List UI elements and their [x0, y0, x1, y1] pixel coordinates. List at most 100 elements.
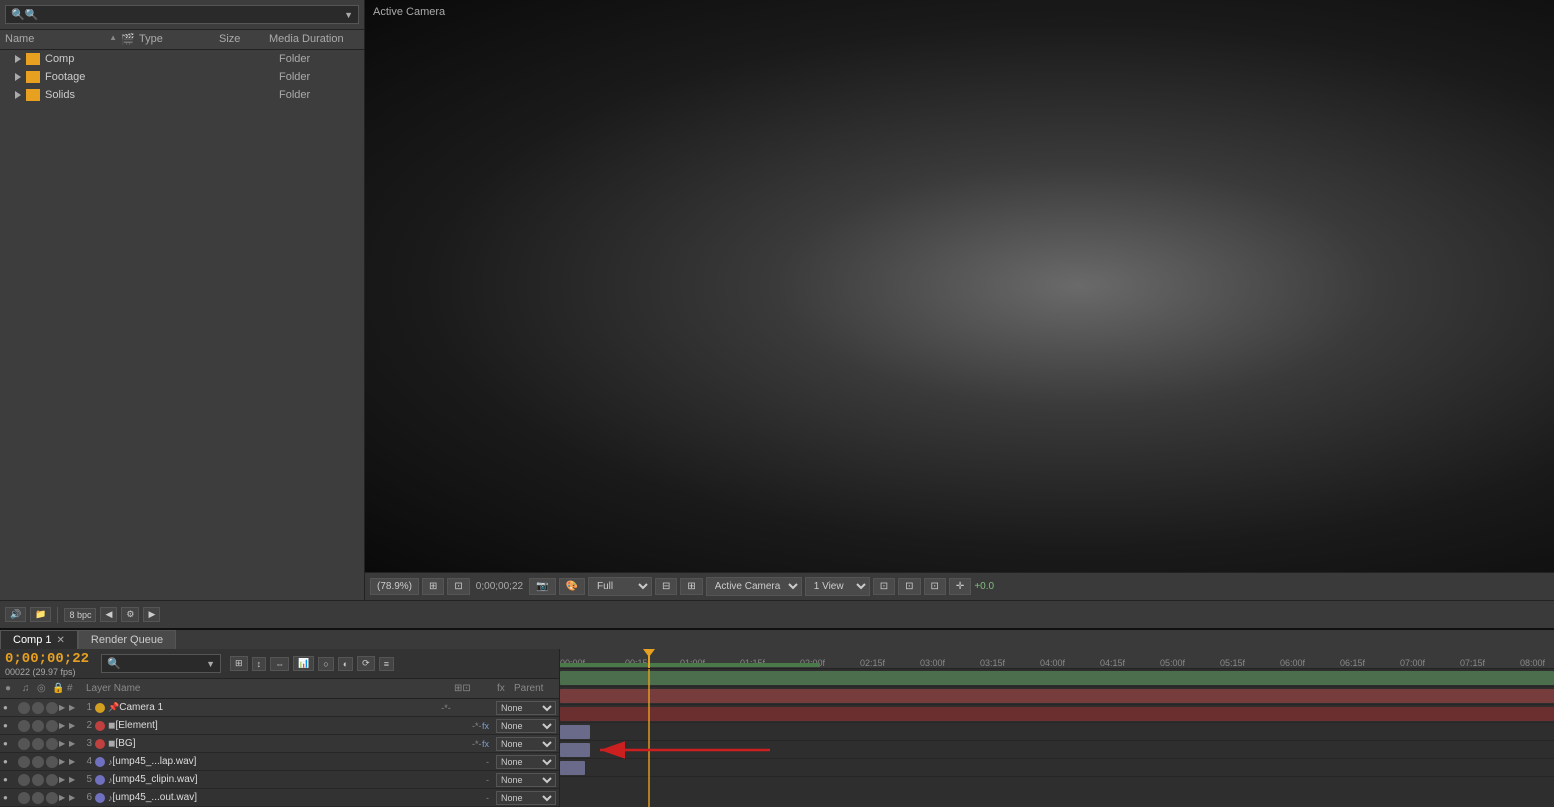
expand-layer[interactable]: ▶	[59, 775, 69, 784]
visibility-toggle[interactable]	[3, 720, 17, 731]
snap-icon[interactable]: ≡	[379, 657, 394, 671]
view-select[interactable]: 1 View 2 Views 4 Views	[805, 577, 870, 596]
solo-toggle[interactable]	[32, 774, 44, 786]
mode-icon: -	[486, 775, 496, 785]
lock-toggle[interactable]	[46, 738, 58, 750]
arrow-right-icon[interactable]: ▶	[143, 607, 160, 622]
flowchart-icon[interactable]: ⊡	[924, 578, 946, 595]
fit-icon[interactable]: ⊞	[422, 578, 444, 595]
layer-color-swatch	[95, 757, 105, 767]
audio-toggle[interactable]	[18, 720, 30, 732]
expand-layer[interactable]: ▶	[59, 703, 69, 712]
expand-layer2[interactable]: ▶	[69, 757, 79, 766]
settings-icon[interactable]: ⚙	[121, 607, 139, 622]
expand-layer[interactable]: ▶	[59, 757, 69, 766]
move-icon[interactable]: ↕	[252, 657, 267, 671]
parent-select[interactable]: None	[496, 701, 556, 715]
search-icon: 🔍	[11, 8, 25, 21]
expand-icon	[15, 55, 21, 63]
folder-icon	[26, 71, 40, 83]
visibility-toggle[interactable]	[3, 792, 17, 803]
solo-toggle[interactable]	[32, 738, 44, 750]
region-icon[interactable]: ⊟	[655, 578, 677, 595]
lock-toggle[interactable]	[46, 756, 58, 768]
lock-toggle[interactable]	[46, 792, 58, 804]
visibility-toggle[interactable]	[3, 756, 17, 767]
render-icon[interactable]: ⊡	[898, 578, 920, 595]
tab-comp1[interactable]: Comp 1 ✕	[0, 630, 78, 649]
tab-render-queue[interactable]: Render Queue	[78, 630, 176, 649]
ruler-mark: 02:15f	[860, 658, 885, 668]
audio-icon[interactable]: 🔊	[5, 607, 26, 622]
green-value: +0.0	[974, 581, 994, 592]
comp-settings-icon[interactable]: ⊡	[873, 578, 895, 595]
audio-toggle[interactable]	[18, 774, 30, 786]
expand-layer2[interactable]: ▶	[69, 775, 79, 784]
item-type: Folder	[279, 71, 359, 83]
layer-row: ▶ ▶ 2 ◼ [Element] -*- fx None	[0, 717, 559, 735]
audio-toggle[interactable]	[18, 702, 30, 714]
lock-toggle[interactable]	[46, 702, 58, 714]
lock-toggle[interactable]	[46, 720, 58, 732]
folder-open-icon[interactable]: 📁	[30, 607, 51, 622]
expand-layer[interactable]: ▶	[59, 721, 69, 730]
mask-icon[interactable]: ○	[318, 657, 333, 671]
ruler-mark: 07:15f	[1460, 658, 1485, 668]
motion-icon[interactable]: ⟳	[357, 656, 375, 671]
effect-icon[interactable]: ◐	[338, 657, 353, 671]
expand-layer[interactable]: ▶	[59, 739, 69, 748]
parent-select[interactable]: None	[496, 791, 556, 805]
quality-select[interactable]: Full Half Quarter	[588, 577, 652, 596]
lock-toggle[interactable]	[46, 774, 58, 786]
solo-toggle[interactable]	[32, 720, 44, 732]
new-comp-icon[interactable]: ⊞	[230, 656, 248, 671]
camera-icon[interactable]: 📷	[529, 578, 555, 595]
parent-select[interactable]: None	[496, 737, 556, 751]
timeline-search[interactable]: 🔍 ▼	[101, 654, 221, 673]
expand-layer2[interactable]: ▶	[69, 793, 79, 802]
crosshair-icon[interactable]: ✛	[949, 578, 971, 595]
visibility-toggle[interactable]	[3, 738, 17, 749]
list-item[interactable]: Comp Folder	[0, 50, 364, 68]
arrow-left-icon[interactable]: ◀	[100, 607, 117, 622]
expand-layer2[interactable]: ▶	[69, 721, 79, 730]
color-icon[interactable]: 🎨	[559, 578, 585, 595]
close-tab-icon[interactable]: ✕	[57, 635, 65, 646]
ruler-mark: 03:15f	[980, 658, 1005, 668]
playhead[interactable]	[648, 649, 650, 668]
bpc-display[interactable]: 8 bpc	[64, 608, 96, 622]
parent-select[interactable]: None	[496, 719, 556, 733]
solo-toggle[interactable]	[32, 792, 44, 804]
audio-toggle[interactable]	[18, 756, 30, 768]
expand-layer2[interactable]: ▶	[69, 703, 79, 712]
layer-color-swatch	[95, 703, 105, 713]
search-input-wrap[interactable]: 🔍 ▼	[5, 5, 359, 24]
chevron-down-icon[interactable]: ▼	[206, 659, 215, 669]
chevron-down-icon[interactable]: ▼	[344, 10, 353, 20]
timeline-tracks	[560, 669, 1554, 807]
graph-icon[interactable]: 📊	[293, 656, 314, 671]
camera-select[interactable]: Active Camera	[706, 577, 802, 596]
col-name-header: Name	[5, 33, 109, 46]
audio-toggle[interactable]	[18, 738, 30, 750]
layer-color-swatch	[95, 721, 105, 731]
list-item[interactable]: Solids Folder	[0, 86, 364, 104]
pixel-aspect-icon[interactable]: ⊡	[447, 578, 469, 595]
solo-toggle[interactable]	[32, 756, 44, 768]
audio-toggle[interactable]	[18, 792, 30, 804]
expand-layer2[interactable]: ▶	[69, 739, 79, 748]
list-item[interactable]: Footage Folder	[0, 68, 364, 86]
in-out-icon[interactable]: ⇔	[270, 657, 289, 671]
visibility-toggle[interactable]	[3, 702, 17, 713]
grid-icon[interactable]: ⊞	[680, 578, 702, 595]
track-bar-bg	[560, 707, 1554, 721]
visibility-toggle[interactable]	[3, 774, 17, 785]
search-input[interactable]	[25, 9, 344, 21]
zoom-display[interactable]: (78.9%)	[370, 578, 419, 595]
track-row	[560, 759, 1554, 777]
solo-toggle[interactable]	[32, 702, 44, 714]
timeline-search-input[interactable]	[121, 658, 206, 670]
expand-layer[interactable]: ▶	[59, 793, 69, 802]
parent-select[interactable]: None	[496, 755, 556, 769]
parent-select[interactable]: None	[496, 773, 556, 787]
